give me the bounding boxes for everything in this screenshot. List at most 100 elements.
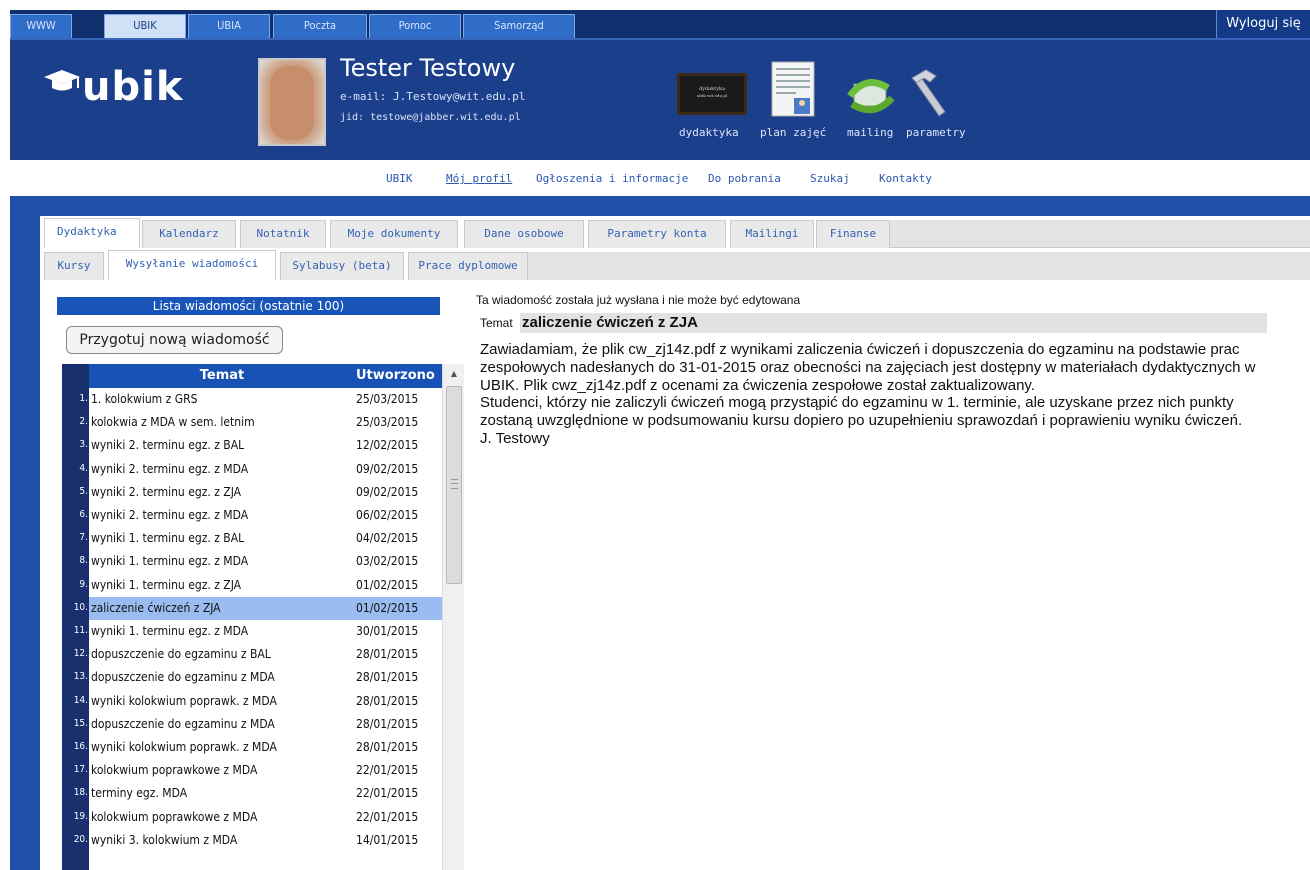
hammer-icon[interactable] bbox=[906, 66, 956, 118]
nav-ogloszenia[interactable]: Ogłoszenia i informacje bbox=[536, 172, 688, 185]
table-row[interactable]: 19. kolokwium poprawkowe z MDA 22/01/2015 bbox=[62, 806, 442, 829]
table-row[interactable]: 9. wyniki 1. terminu egz. z ZJA 01/02/2015 bbox=[62, 574, 442, 597]
nav-kontakty[interactable]: Kontakty bbox=[879, 172, 932, 185]
table-row[interactable]: 11. wyniki 1. terminu egz. z MDA 30/01/201… bbox=[62, 620, 442, 643]
table-row[interactable]: 12. dopuszczenie do egzaminu z BAL 28/01/2… bbox=[62, 643, 442, 666]
row-date: 28/01/2015 bbox=[356, 740, 419, 754]
table-row[interactable]: 20. wyniki 3. kolokwium z MDA 14/01/2015 bbox=[62, 829, 442, 852]
schedule-document-icon[interactable] bbox=[768, 60, 818, 120]
tab-dydaktyka[interactable]: Dydaktyka bbox=[44, 218, 140, 248]
message-topic: zaliczenie ćwiczeń z ZJA bbox=[520, 313, 1267, 333]
table-row[interactable]: 2. kolokwia z MDA w sem. letnim 25/03/2015 bbox=[62, 411, 442, 434]
row-number: 17. bbox=[73, 764, 88, 776]
avatar bbox=[258, 58, 326, 146]
row-topic[interactable]: wyniki 2. terminu egz. z MDA bbox=[91, 462, 248, 476]
nav-szukaj[interactable]: Szukaj bbox=[810, 172, 850, 185]
icon-label-plan-zajec[interactable]: plan zajęć bbox=[760, 126, 826, 139]
tab-mailingi[interactable]: Mailingi bbox=[730, 220, 814, 248]
new-message-button[interactable]: Przygotuj nową wiadomość bbox=[66, 326, 283, 354]
row-number: 18. bbox=[73, 787, 88, 799]
row-number: 5. bbox=[79, 485, 88, 497]
nav-do-pobrania[interactable]: Do pobrania bbox=[708, 172, 781, 185]
table-row[interactable]: 7. wyniki 1. terminu egz. z BAL 04/02/2015 bbox=[62, 527, 442, 550]
row-topic[interactable]: wyniki 1. terminu egz. z ZJA bbox=[91, 578, 241, 592]
row-topic[interactable]: wyniki 2. terminu egz. z ZJA bbox=[91, 485, 241, 499]
top-tab-ubik[interactable]: UBIK bbox=[104, 14, 186, 38]
table-row[interactable]: 14. wyniki kolokwium poprawk. z MDA 28/01/… bbox=[62, 690, 442, 713]
page-header: ubik Tester Testowy e-mail: J.Testowy@wi… bbox=[10, 38, 1310, 160]
row-topic[interactable]: wyniki 2. terminu egz. z MDA bbox=[91, 508, 248, 522]
tab-sylabusy[interactable]: Sylabusy (beta) bbox=[280, 252, 404, 280]
top-tab-www[interactable]: WWW bbox=[10, 14, 72, 38]
row-topic[interactable]: wyniki 2. terminu egz. z BAL bbox=[91, 438, 244, 452]
tab-moje-dokumenty[interactable]: Moje dokumenty bbox=[330, 220, 458, 248]
icon-label-dydaktyka[interactable]: dydaktyka bbox=[679, 126, 739, 139]
column-header-created[interactable]: Utworzono bbox=[356, 368, 435, 383]
top-tab-samorzad[interactable]: Samorząd bbox=[463, 14, 575, 38]
blackboard-icon[interactable]: dydaktyka ubik.wit.edu.pl bbox=[676, 72, 748, 116]
message-signature: J. Testowy bbox=[480, 429, 550, 447]
row-date: 25/03/2015 bbox=[356, 415, 419, 430]
row-topic[interactable]: kolokwium poprawkowe z MDA bbox=[91, 763, 257, 777]
tab-kalendarz[interactable]: Kalendarz bbox=[142, 220, 236, 248]
top-tab-poczta[interactable]: Poczta bbox=[273, 14, 367, 38]
table-row[interactable]: 1. 1. kolokwium z GRS 25/03/2015 bbox=[62, 388, 442, 411]
nav-moj-profil[interactable]: Mój profil bbox=[446, 172, 512, 185]
row-topic[interactable]: 1. kolokwium z GRS bbox=[91, 392, 197, 406]
tab-prace-dyplomowe[interactable]: Prace dyplomowe bbox=[408, 252, 528, 280]
tab-finanse[interactable]: Finanse bbox=[816, 220, 890, 248]
row-topic[interactable]: dopuszczenie do egzaminu z MDA bbox=[91, 717, 275, 731]
user-name: Tester Testowy bbox=[340, 54, 516, 82]
svg-text:ubik.wit.edu.pl: ubik.wit.edu.pl bbox=[697, 93, 728, 98]
row-topic[interactable]: kolokwia z MDA w sem. letnim bbox=[91, 415, 255, 429]
scroll-thumb[interactable] bbox=[446, 386, 462, 584]
row-date: 22/01/2015 bbox=[356, 809, 419, 824]
row-topic[interactable]: zaliczenie ćwiczeń z ZJA bbox=[91, 601, 221, 615]
tab-parametry-konta[interactable]: Parametry konta bbox=[588, 220, 726, 248]
top-tab-pomoc[interactable]: Pomoc bbox=[369, 14, 461, 38]
row-topic[interactable]: wyniki 1. terminu egz. z MDA bbox=[91, 554, 248, 568]
tab-wysylanie-wiadomosci[interactable]: Wysyłanie wiadomości bbox=[108, 250, 276, 280]
row-topic[interactable]: kolokwium poprawkowe z MDA bbox=[91, 810, 257, 824]
nav-ubik[interactable]: UBIK bbox=[386, 172, 413, 185]
logout-link[interactable]: Wyloguj się bbox=[1216, 10, 1310, 38]
tab-dane-osobowe[interactable]: Dane osobowe bbox=[464, 220, 584, 248]
tab-kursy[interactable]: Kursy bbox=[44, 252, 104, 280]
row-topic[interactable]: dopuszczenie do egzaminu z MDA bbox=[91, 670, 275, 684]
row-date: 03/02/2015 bbox=[356, 554, 419, 569]
table-row[interactable]: 6. wyniki 2. terminu egz. z MDA 06/02/2015 bbox=[62, 504, 442, 527]
table-row[interactable]: 4. wyniki 2. terminu egz. z MDA 09/02/2015 bbox=[62, 458, 442, 481]
row-topic[interactable]: wyniki kolokwium poprawk. z MDA bbox=[91, 740, 277, 754]
table-row[interactable]: 5. wyniki 2. terminu egz. z ZJA 09/02/2015 bbox=[62, 481, 442, 504]
row-topic[interactable]: wyniki 3. kolokwium z MDA bbox=[91, 833, 237, 847]
table-row[interactable]: 3. wyniki 2. terminu egz. z BAL 12/02/2015 bbox=[62, 434, 442, 457]
table-row[interactable]: 18. terminy egz. MDA 22/01/2015 bbox=[62, 782, 442, 805]
table-row[interactable]: 15. dopuszczenie do egzaminu z MDA 28/01/2… bbox=[62, 713, 442, 736]
table-row[interactable]: 17. kolokwium poprawkowe z MDA 22/01/2015 bbox=[62, 759, 442, 782]
row-number: 9. bbox=[79, 578, 88, 590]
table-row[interactable]: 13. dopuszczenie do egzaminu z MDA 28/01/2… bbox=[62, 666, 442, 689]
row-number: 8. bbox=[79, 555, 88, 567]
row-date: 25/03/2015 bbox=[356, 392, 419, 406]
row-topic[interactable]: dopuszczenie do egzaminu z BAL bbox=[91, 647, 271, 661]
column-header-topic[interactable]: Temat bbox=[89, 368, 355, 383]
scroll-up-arrow-icon[interactable]: ▲ bbox=[443, 364, 465, 384]
mailing-icon[interactable] bbox=[846, 76, 896, 116]
top-tab-ubia[interactable]: UBIA bbox=[188, 14, 270, 38]
table-row[interactable]: 8. wyniki 1. terminu egz. z MDA 03/02/2015 bbox=[62, 550, 442, 573]
tab-notatnik[interactable]: Notatnik bbox=[240, 220, 326, 248]
row-topic[interactable]: wyniki kolokwium poprawk. z MDA bbox=[91, 694, 277, 708]
row-number: 19. bbox=[73, 810, 88, 822]
row-topic[interactable]: terminy egz. MDA bbox=[91, 786, 187, 800]
row-number: 3. bbox=[79, 439, 88, 451]
message-readonly-notice: Ta wiadomość została już wysłana i nie m… bbox=[476, 293, 801, 307]
table-row[interactable]: 16. wyniki kolokwium poprawk. z MDA 28/01/… bbox=[62, 736, 442, 759]
row-topic[interactable]: wyniki 1. terminu egz. z BAL bbox=[91, 531, 244, 545]
list-scrollbar[interactable]: ▲ bbox=[442, 364, 464, 870]
icon-label-mailing[interactable]: mailing bbox=[847, 126, 893, 139]
ubik-logo[interactable]: ubik bbox=[42, 60, 192, 120]
icon-label-parametry[interactable]: parametry bbox=[906, 126, 966, 139]
svg-text:dydaktyka: dydaktyka bbox=[699, 86, 725, 92]
row-topic[interactable]: wyniki 1. terminu egz. z MDA bbox=[91, 624, 248, 638]
table-row[interactable]: 10. zaliczenie ćwiczeń z ZJA 01/02/2015 bbox=[62, 596, 442, 620]
